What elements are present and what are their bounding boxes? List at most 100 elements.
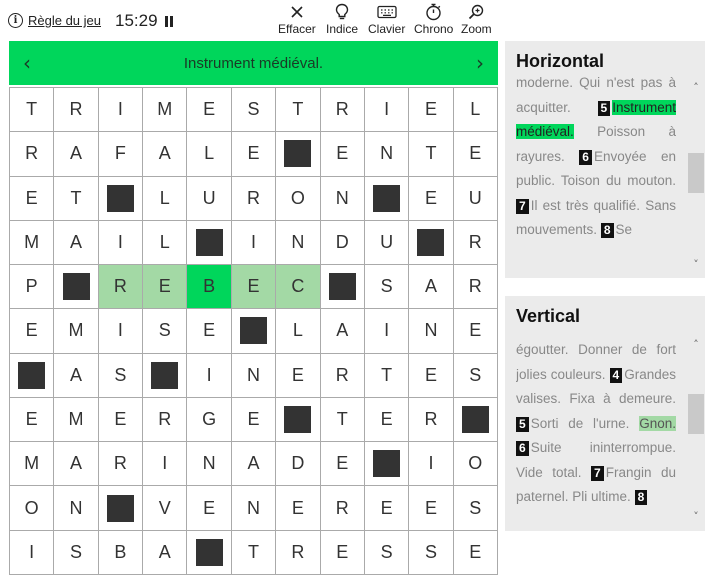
grid-cell[interactable]: A bbox=[143, 132, 188, 177]
grid-cell[interactable]: E bbox=[409, 88, 454, 133]
grid-cell[interactable]: R bbox=[54, 88, 99, 133]
grid-cell[interactable]: M bbox=[10, 442, 55, 487]
grid-cell[interactable]: S bbox=[409, 530, 454, 575]
grid-cell[interactable]: A bbox=[54, 353, 99, 398]
grid-cell[interactable]: T bbox=[54, 176, 99, 221]
grid-cell[interactable]: U bbox=[364, 220, 410, 266]
chrono-button[interactable]: Chrono bbox=[414, 2, 453, 36]
grid-cell[interactable]: I bbox=[98, 309, 144, 354]
grid-cell[interactable]: N bbox=[409, 309, 454, 354]
grid-cell[interactable]: M bbox=[54, 397, 99, 443]
grid-cell[interactable]: N bbox=[54, 486, 99, 531]
grid-cell[interactable]: S bbox=[364, 265, 410, 310]
grid-cell[interactable]: S bbox=[231, 88, 277, 133]
chevron-up-icon[interactable]: ˄ bbox=[687, 81, 705, 94]
grid-cell[interactable]: O bbox=[453, 442, 498, 487]
grid-cell[interactable]: P bbox=[10, 265, 55, 310]
grid-cell[interactable]: E bbox=[276, 486, 321, 531]
grid-cell[interactable]: A bbox=[320, 309, 365, 354]
grid-cell[interactable]: E bbox=[453, 132, 498, 177]
grid-cell[interactable]: R bbox=[320, 353, 365, 398]
grid-cell[interactable]: E bbox=[453, 530, 498, 575]
grid-cell[interactable]: A bbox=[231, 442, 277, 487]
horizontal-clue-list[interactable]: moderne. Qui n'est pas à acquitter. 5 Ins… bbox=[516, 71, 676, 303]
erase-button[interactable]: Effacer bbox=[278, 2, 316, 36]
grid-cell[interactable]: E bbox=[143, 265, 188, 310]
grid-cell[interactable]: R bbox=[453, 265, 498, 310]
grid-cell[interactable]: S bbox=[364, 530, 410, 575]
grid-cell[interactable]: M bbox=[143, 88, 188, 133]
grid-cell[interactable]: S bbox=[98, 353, 144, 398]
grid-cell[interactable]: I bbox=[364, 88, 410, 133]
grid-cell[interactable]: M bbox=[54, 309, 99, 354]
grid-cell[interactable]: E bbox=[10, 397, 55, 443]
grid-cell[interactable]: D bbox=[320, 220, 365, 266]
grid-cell[interactable]: I bbox=[409, 442, 454, 487]
grid-cell[interactable]: E bbox=[364, 486, 410, 531]
grid-cell[interactable]: R bbox=[320, 88, 365, 133]
grid-cell[interactable]: M bbox=[10, 220, 55, 266]
grid-cell[interactable]: E bbox=[276, 353, 321, 398]
clue-text[interactable]: Il est très qualifié. Sans mouvements. bbox=[516, 198, 676, 238]
grid-cell[interactable]: N bbox=[364, 132, 410, 177]
hint-button[interactable]: Indice bbox=[326, 2, 358, 36]
keyboard-button[interactable]: Clavier bbox=[368, 2, 405, 36]
grid-cell[interactable]: E bbox=[187, 88, 232, 133]
next-clue-button[interactable]: › bbox=[472, 51, 488, 75]
grid-cell[interactable]: S bbox=[143, 309, 188, 354]
grid-cell[interactable]: E bbox=[320, 132, 365, 177]
grid-cell[interactable]: A bbox=[54, 132, 99, 177]
zoom-button[interactable]: Zoom bbox=[461, 2, 492, 36]
grid-cell[interactable]: L bbox=[143, 176, 188, 221]
grid-cell[interactable]: T bbox=[409, 132, 454, 177]
horizontal-scrollbar[interactable]: ˄ ˅ bbox=[687, 81, 705, 271]
chevron-up-icon[interactable]: ˄ bbox=[687, 338, 705, 351]
grid-cell[interactable]: B bbox=[98, 530, 144, 575]
grid-cell[interactable]: C bbox=[276, 265, 321, 310]
grid-cell[interactable]: E bbox=[320, 530, 365, 575]
grid-cell[interactable]: R bbox=[10, 132, 55, 177]
grid-cell[interactable]: S bbox=[453, 353, 498, 398]
grid-cell[interactable]: O bbox=[10, 486, 55, 531]
scroll-thumb[interactable] bbox=[688, 153, 704, 193]
grid-cell[interactable]: A bbox=[143, 530, 188, 575]
grid-cell[interactable]: I bbox=[231, 220, 277, 266]
grid-cell[interactable]: O bbox=[276, 176, 321, 221]
grid-cell[interactable]: T bbox=[320, 397, 365, 443]
grid-cell[interactable]: E bbox=[10, 176, 55, 221]
grid-cell[interactable]: U bbox=[453, 176, 498, 221]
grid-cell[interactable]: I bbox=[187, 353, 232, 398]
grid-cell[interactable]: R bbox=[143, 397, 188, 443]
grid-cell[interactable]: E bbox=[409, 176, 454, 221]
scroll-thumb[interactable] bbox=[688, 394, 704, 434]
grid-cell[interactable]: L bbox=[453, 88, 498, 133]
vertical-clue-list[interactable]: égoutter. Donner de fort jolies couleurs… bbox=[516, 338, 676, 523]
grid-cell[interactable]: B bbox=[187, 265, 232, 310]
grid-cell[interactable]: R bbox=[276, 530, 321, 575]
grid-cell[interactable]: L bbox=[143, 220, 188, 266]
grid-cell[interactable]: E bbox=[10, 309, 55, 354]
grid-cell[interactable]: S bbox=[54, 530, 99, 575]
grid-cell[interactable]: R bbox=[453, 220, 498, 266]
timer[interactable]: 15:29 bbox=[115, 11, 173, 31]
chevron-down-icon[interactable]: ˅ bbox=[687, 510, 705, 523]
grid-cell[interactable]: T bbox=[231, 530, 277, 575]
grid-cell[interactable]: U bbox=[187, 176, 232, 221]
grid-cell[interactable]: E bbox=[231, 265, 277, 310]
grid-cell[interactable]: I bbox=[364, 309, 410, 354]
grid-cell[interactable]: I bbox=[98, 220, 144, 266]
grid-cell[interactable]: R bbox=[98, 265, 144, 310]
clue-text[interactable]: Se bbox=[616, 222, 633, 237]
grid-cell[interactable]: S bbox=[453, 486, 498, 531]
grid-cell[interactable]: G bbox=[187, 397, 232, 443]
grid-cell[interactable]: L bbox=[276, 309, 321, 354]
chevron-down-icon[interactable]: ˅ bbox=[687, 258, 705, 271]
grid-cell[interactable]: A bbox=[54, 220, 99, 266]
grid-cell[interactable]: T bbox=[364, 353, 410, 398]
grid-cell[interactable]: L bbox=[187, 132, 232, 177]
grid-cell[interactable]: N bbox=[231, 486, 277, 531]
grid-cell[interactable]: D bbox=[276, 442, 321, 487]
grid-cell[interactable]: R bbox=[409, 397, 454, 443]
grid-cell[interactable]: T bbox=[276, 88, 321, 133]
grid-cell[interactable]: N bbox=[187, 442, 232, 487]
